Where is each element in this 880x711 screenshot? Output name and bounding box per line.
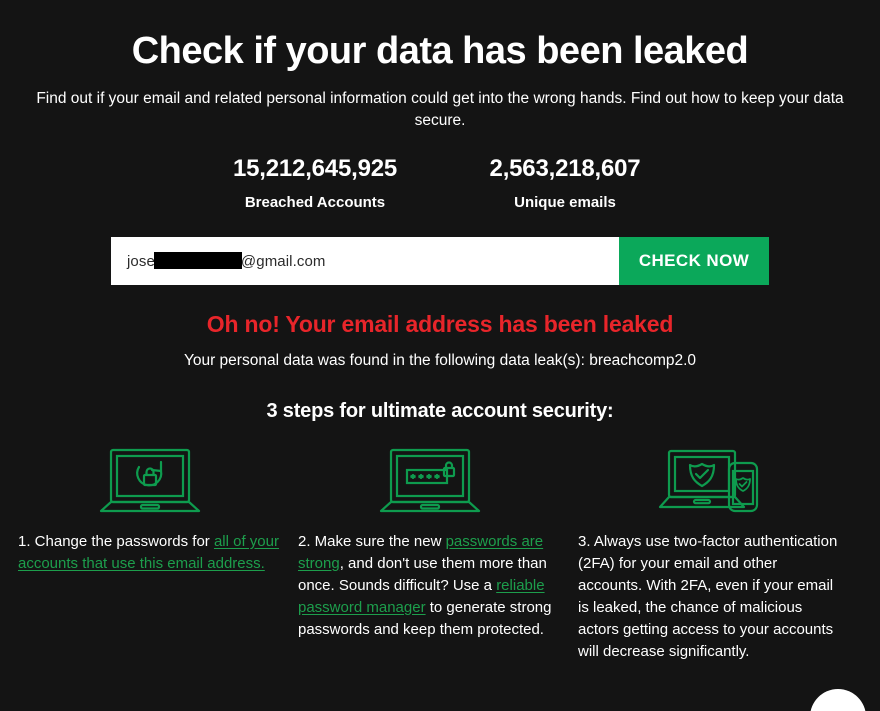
step-text-1: 1. Change the passwords for all of your …: [18, 531, 282, 575]
leak-alert-title: Oh no! Your email address has been leake…: [206, 310, 674, 337]
step-item-2: 2. Make sure the new passwords are stron…: [290, 443, 570, 663]
stats-row: 15,212,645,925 Breached Accounts 2,563,2…: [0, 155, 880, 211]
stat-value: 2,563,218,607: [489, 154, 641, 182]
step-text-3: 3. Always use two-factor authentication …: [578, 532, 838, 660]
steps-heading: 3 steps for ultimate account security:: [266, 399, 614, 422]
step-item-3: 3. Always use two-factor authentication …: [570, 443, 850, 663]
step-item-1: 1. Change the passwords for all of your …: [10, 443, 290, 663]
chat-bubble-icon[interactable]: [810, 689, 866, 711]
step-text-2: 2. Make sure the new passwords are stron…: [298, 531, 562, 641]
stat-label: Breached Accounts: [244, 193, 386, 211]
stat-unique-emails: 2,563,218,607 Unique emails: [440, 155, 690, 211]
check-now-button[interactable]: CHECK NOW: [619, 236, 769, 285]
email-search-form: jose @gmail.com CHECK NOW: [111, 236, 769, 285]
page-root: Check if your data has been leaked Find …: [0, 0, 880, 711]
page-title: Check if your data has been leaked: [131, 30, 749, 72]
stat-label: Unique emails: [514, 193, 616, 211]
step-text-plain: 1. Change the passwords for: [18, 532, 214, 550]
email-prefix: jose: [127, 252, 155, 270]
stat-breached-accounts: 15,212,645,925 Breached Accounts: [190, 155, 440, 211]
redaction-bar: [153, 251, 242, 269]
stat-value: 15,212,645,925: [232, 154, 398, 182]
steps-list: 1. Change the passwords for all of your …: [0, 443, 880, 663]
page-subtitle: Find out if your email and related perso…: [36, 89, 844, 130]
laptop-password-field-icon: [298, 443, 562, 515]
email-input[interactable]: jose @gmail.com: [111, 236, 619, 285]
email-input-value: jose @gmail.com: [127, 251, 326, 270]
laptop-lock-refresh-icon: [18, 443, 282, 515]
laptop-phone-shield-icon: [578, 443, 842, 515]
email-suffix: @gmail.com: [240, 252, 326, 270]
leak-alert-detail: Your personal data was found in the foll…: [183, 351, 697, 369]
step-text-plain: 2. Make sure the new: [298, 532, 446, 550]
